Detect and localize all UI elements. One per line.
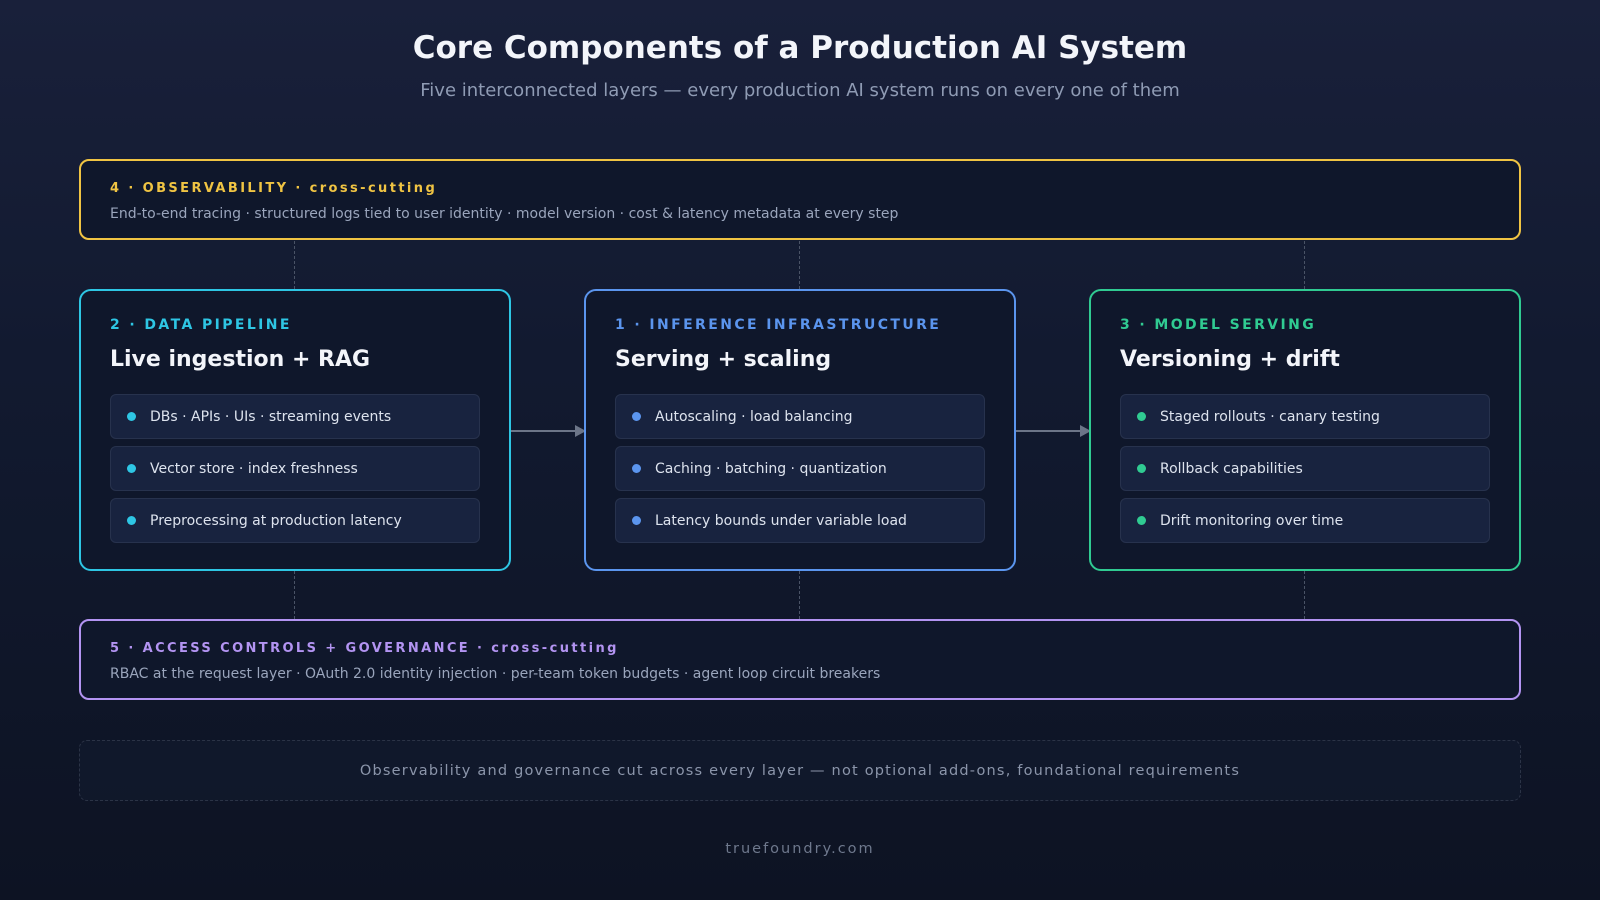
list-item: Rollback capabilities: [1120, 446, 1490, 491]
card-title: Serving + scaling: [615, 347, 832, 372]
item-text: Preprocessing at production latency: [150, 512, 402, 529]
footer-domain: truefoundry.com: [725, 841, 875, 857]
arrow-right-icon: [511, 425, 586, 437]
governance-heading: 5 · ACCESS CONTROLS + GOVERNANCE · cross…: [110, 641, 619, 656]
list-item: DBs · APIs · UIs · streaming events: [110, 394, 480, 439]
bullet-dot-icon: [1137, 412, 1146, 421]
item-text: Caching · batching · quantization: [655, 460, 887, 477]
bullet-dot-icon: [632, 464, 641, 473]
item-text: DBs · APIs · UIs · streaming events: [150, 408, 392, 425]
item-text: Vector store · index freshness: [150, 460, 358, 477]
item-text: Staged rollouts · canary testing: [1160, 408, 1380, 425]
list-item: Staged rollouts · canary testing: [1120, 394, 1490, 439]
page-title: Core Components of a Production AI Syste…: [412, 30, 1188, 66]
list-item: Preprocessing at production latency: [110, 498, 480, 543]
card-label: 2 · DATA PIPELINE: [110, 317, 292, 333]
list-item: Caching · batching · quantization: [615, 446, 985, 491]
list-item: Autoscaling · load balancing: [615, 394, 985, 439]
governance-band: 5 · ACCESS CONTROLS + GOVERNANCE · cross…: [79, 619, 1521, 700]
arrow-right-icon: [1016, 425, 1091, 437]
page-subtitle: Five interconnected layers — every produ…: [420, 80, 1180, 101]
connector-line: [799, 571, 800, 619]
observability-text: End-to-end tracing · structured logs tie…: [110, 206, 899, 222]
list-item: Vector store · index freshness: [110, 446, 480, 491]
connector-line: [1304, 571, 1305, 619]
list-item: Latency bounds under variable load: [615, 498, 985, 543]
data-pipeline-card: 2 · DATA PIPELINE Live ingestion + RAG D…: [79, 289, 511, 571]
connector-line: [1304, 241, 1305, 289]
item-text: Latency bounds under variable load: [655, 512, 907, 529]
observability-heading: 4 · OBSERVABILITY · cross-cutting: [110, 181, 438, 196]
governance-text: RBAC at the request layer · OAuth 2.0 id…: [110, 666, 881, 682]
item-text: Drift monitoring over time: [1160, 512, 1344, 529]
bullet-dot-icon: [127, 412, 136, 421]
card-label: 1 · INFERENCE INFRASTRUCTURE: [615, 317, 942, 333]
bullet-dot-icon: [1137, 464, 1146, 473]
model-serving-card: 3 · MODEL SERVING Versioning + drift Sta…: [1089, 289, 1521, 571]
bullet-dot-icon: [127, 516, 136, 525]
bullet-dot-icon: [632, 412, 641, 421]
inference-infrastructure-card: 1 · INFERENCE INFRASTRUCTURE Serving + s…: [584, 289, 1016, 571]
list-item: Drift monitoring over time: [1120, 498, 1490, 543]
bullet-dot-icon: [127, 464, 136, 473]
bullet-dot-icon: [1137, 516, 1146, 525]
connector-line: [294, 571, 295, 619]
item-text: Autoscaling · load balancing: [655, 408, 853, 425]
bullet-dot-icon: [632, 516, 641, 525]
card-title: Live ingestion + RAG: [110, 347, 371, 372]
item-text: Rollback capabilities: [1160, 460, 1303, 477]
connector-line: [799, 241, 800, 289]
card-title: Versioning + drift: [1120, 347, 1340, 372]
card-label: 3 · MODEL SERVING: [1120, 317, 1317, 333]
observability-band: 4 · OBSERVABILITY · cross-cutting End-to…: [79, 159, 1521, 240]
summary-note: Observability and governance cut across …: [79, 740, 1521, 801]
connector-line: [294, 241, 295, 289]
